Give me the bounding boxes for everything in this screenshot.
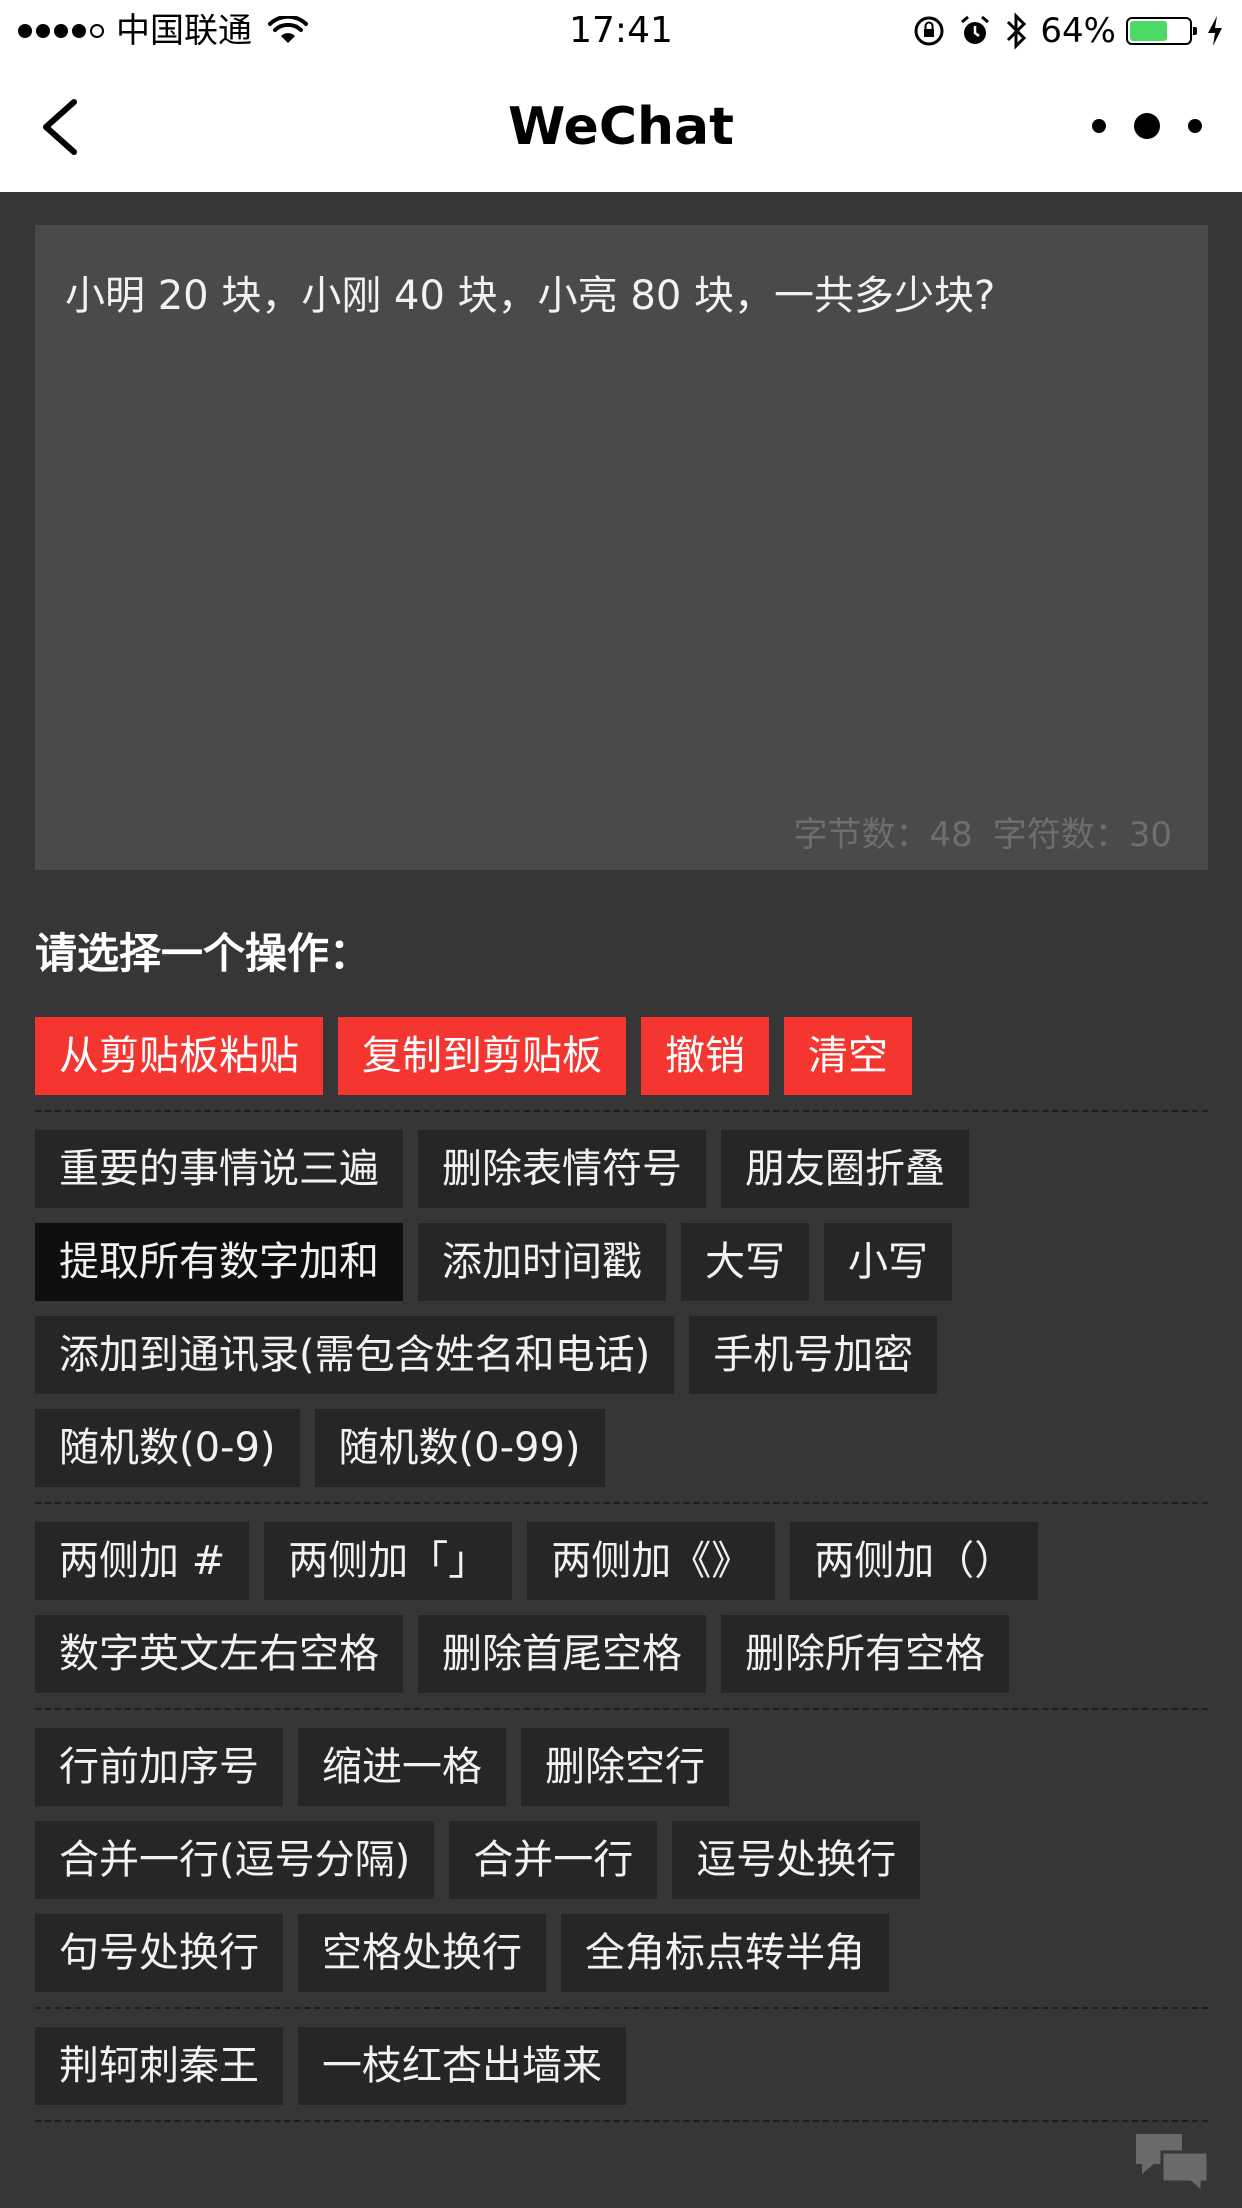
group-divider (35, 2007, 1208, 2009)
text-editor[interactable]: 小明 20 块，小刚 40 块，小亮 80 块，一共多少块? 字节数：48 字符… (35, 225, 1208, 870)
operation-button[interactable]: 大写 (681, 1223, 809, 1301)
operation-button[interactable]: 删除首尾空格 (418, 1615, 706, 1693)
operation-button[interactable]: 重要的事情说三遍 (35, 1130, 403, 1208)
group-divider (35, 1110, 1208, 1112)
operation-button[interactable]: 两侧加 # (35, 1522, 250, 1600)
operation-button[interactable]: 两侧加《》 (527, 1522, 776, 1600)
operation-button[interactable]: 删除表情符号 (418, 1130, 706, 1208)
button-row: 荆轲刺秦王 一枝红杏出墙来 (35, 2027, 1208, 2105)
operation-button[interactable]: 两侧加（） (790, 1522, 1039, 1600)
alarm-icon (958, 14, 992, 48)
battery-icon (1126, 17, 1197, 45)
chat-bubbles-icon[interactable] (1132, 2130, 1212, 2196)
operation-button[interactable]: 全角标点转半角 (561, 1914, 889, 1992)
operation-button[interactable]: 逗号处换行 (672, 1821, 921, 1899)
page-title: WeChat (508, 97, 734, 157)
button-row: 提取所有数字加和 添加时间戳 大写 小写 (35, 1223, 1208, 1301)
operation-button[interactable]: 数字英文左右空格 (35, 1615, 403, 1693)
button-row: 从剪贴板粘贴 复制到剪贴板 撤销 清空 (35, 1017, 1208, 1095)
text-counts: 字节数：48 字符数：30 (793, 807, 1172, 856)
operation-buttons: 从剪贴板粘贴 复制到剪贴板 撤销 清空 重要的事情说三遍 删除表情符号 朋友圈折叠 提取所有数… (35, 1017, 1208, 2140)
back-chevron-icon[interactable] (36, 96, 86, 158)
operation-button[interactable]: 添加到通讯录(需包含姓名和电话) (35, 1316, 675, 1394)
operation-button[interactable]: 合并一行(逗号分隔) (35, 1821, 435, 1899)
operation-button[interactable]: 清空 (784, 1017, 912, 1095)
charging-bolt-icon (1206, 14, 1224, 48)
status-right: 64% (900, 8, 1224, 54)
status-bar: 中国联通 17:41 64% (0, 0, 1242, 62)
button-row: 重要的事情说三遍 删除表情符号 朋友圈折叠 (35, 1130, 1208, 1208)
operation-button[interactable]: 行前加序号 (35, 1728, 283, 1806)
bluetooth-icon (1004, 12, 1028, 50)
operation-button[interactable]: 句号处换行 (35, 1914, 283, 1992)
more-options-icon[interactable] (1092, 104, 1202, 148)
button-row: 两侧加 # 两侧加「」 两侧加《》 两侧加（） (35, 1522, 1208, 1600)
button-row: 数字英文左右空格 删除首尾空格 删除所有空格 (35, 1615, 1208, 1693)
button-row: 添加到通讯录(需包含姓名和电话) 手机号加密 (35, 1316, 1208, 1394)
nav-bar: WeChat (0, 62, 1242, 192)
operation-button[interactable]: 撤销 (641, 1017, 769, 1095)
orientation-lock-icon (912, 14, 946, 48)
operation-button[interactable]: 手机号加密 (689, 1316, 938, 1394)
operation-prompt: 请选择一个操作： (35, 929, 372, 978)
button-row: 行前加序号 缩进一格 删除空行 (35, 1728, 1208, 1806)
editor-text[interactable]: 小明 20 块，小刚 40 块，小亮 80 块，一共多少块? (65, 265, 1178, 327)
group-divider (35, 1502, 1208, 1504)
operation-button[interactable]: 随机数(0-9) (35, 1409, 300, 1487)
operation-button[interactable]: 空格处换行 (298, 1914, 546, 1992)
byte-count: 字节数：48 (793, 815, 973, 855)
group-divider (35, 1708, 1208, 1710)
operation-button[interactable]: 从剪贴板粘贴 (35, 1017, 323, 1095)
button-row: 合并一行(逗号分隔) 合并一行 逗号处换行 (35, 1821, 1208, 1899)
battery-fill (1130, 21, 1167, 41)
char-count: 字符数：30 (992, 815, 1172, 855)
operation-button[interactable]: 朋友圈折叠 (721, 1130, 969, 1208)
operation-button[interactable]: 缩进一格 (298, 1728, 506, 1806)
operation-button[interactable]: 删除所有空格 (721, 1615, 1009, 1693)
operation-button[interactable]: 提取所有数字加和 (35, 1223, 403, 1301)
operation-button[interactable]: 一枝红杏出墙来 (298, 2027, 626, 2105)
operation-button[interactable]: 复制到剪贴板 (338, 1017, 626, 1095)
operation-button[interactable]: 两侧加「」 (264, 1522, 513, 1600)
operation-button[interactable]: 随机数(0-99) (314, 1409, 605, 1487)
battery-percent: 64% (1040, 11, 1116, 51)
operation-button[interactable]: 添加时间戳 (418, 1223, 666, 1301)
button-row: 随机数(0-9) 随机数(0-99) (35, 1409, 1208, 1487)
operation-button[interactable]: 合并一行 (449, 1821, 658, 1899)
group-divider (35, 2120, 1208, 2122)
operation-button[interactable]: 删除空行 (521, 1728, 729, 1806)
operation-button[interactable]: 小写 (824, 1223, 952, 1301)
operation-button[interactable]: 荆轲刺秦王 (35, 2027, 283, 2105)
button-row: 句号处换行 空格处换行 全角标点转半角 (35, 1914, 1208, 1992)
